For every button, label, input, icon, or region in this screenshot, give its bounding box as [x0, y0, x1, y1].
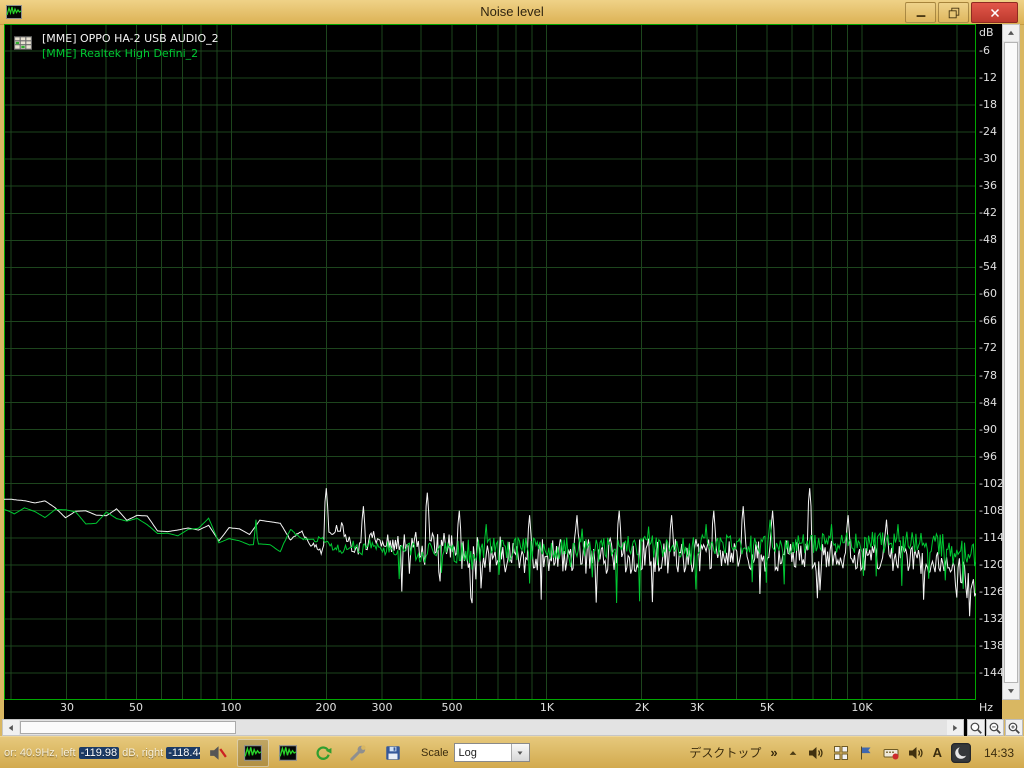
scale-value: Log [458, 746, 477, 759]
x-tick-label: 30 [60, 701, 74, 714]
legend: [MME] OPPO HA-2 USB AUDIO_2 [MME] Realtek… [14, 31, 219, 61]
restore-button[interactable] [938, 2, 969, 23]
horizontal-scroll-thumb[interactable] [20, 721, 236, 734]
y-tick-label: -126 [979, 584, 1004, 598]
ime-latin-indicator[interactable]: A [933, 745, 942, 760]
y-tick-label: -42 [979, 206, 997, 220]
save-button[interactable] [377, 739, 409, 767]
scale-label: Scale [421, 746, 449, 759]
status-value-chip: -119.98 [78, 746, 120, 759]
x-tick-label: 2K [634, 701, 650, 714]
y-tick-label: -90 [979, 422, 997, 436]
status-text: dB, right [119, 746, 167, 759]
legend-labels: [MME] OPPO HA-2 USB AUDIO_2 [MME] Realtek… [42, 31, 219, 61]
y-tick-label: -132 [979, 611, 1004, 625]
scroll-down-button[interactable] [1003, 683, 1019, 699]
x-axis-unit: Hz [979, 701, 994, 714]
vertical-scrollbar[interactable] [1002, 24, 1020, 700]
y-tick-label: -96 [979, 449, 997, 463]
x-axis-labels: 30 50 100 200 300 500 1K 2K 3K 5K 10K [4, 701, 976, 717]
minimize-button[interactable] [905, 2, 936, 23]
legend-table-icon[interactable] [14, 34, 32, 52]
y-tick-label: -108 [979, 503, 1004, 517]
scale-group: Scale Log [421, 743, 530, 762]
zoom-out-button[interactable] [986, 719, 1004, 736]
scroll-right-button[interactable] [947, 720, 963, 735]
desktop-toolbar-label[interactable]: デスクトップ [689, 744, 761, 761]
y-axis-unit: dB [979, 26, 994, 39]
y-tick-label: -138 [979, 638, 1004, 652]
zoom-normal-button[interactable] [967, 719, 985, 736]
y-tick-label: -12 [979, 71, 997, 85]
y-tick-label: -18 [979, 98, 997, 112]
x-tick-label: 200 [315, 701, 337, 714]
taskbar-clock[interactable]: 14:33 [984, 746, 1014, 760]
legend-item-0: [MME] OPPO HA-2 USB AUDIO_2 [42, 32, 219, 45]
legend-item-1: [MME] Realtek High Defini_2 [42, 47, 199, 60]
volume-icon[interactable] [808, 745, 824, 761]
x-tick-label: 50 [129, 701, 143, 714]
hidden-icons-chevron[interactable] [787, 747, 799, 759]
y-tick-label: -36 [979, 179, 997, 193]
refresh-button[interactable] [307, 739, 339, 767]
x-tick-label: 100 [220, 701, 242, 714]
tray-icons: A [787, 742, 971, 763]
y-tick-label: -30 [979, 152, 997, 166]
zoom-in-button[interactable] [1005, 719, 1023, 736]
scroll-up-button[interactable] [1003, 25, 1019, 41]
status-text: or: 40.9 [4, 746, 42, 759]
x-tick-label: 3K [689, 701, 705, 714]
taskbar-app-buttons [202, 738, 409, 767]
x-tick-label: 500 [441, 701, 463, 714]
input-method-icon[interactable] [883, 745, 899, 761]
vertical-scroll-thumb[interactable] [1004, 42, 1018, 683]
status-text: Hz, left [41, 746, 79, 759]
y-axis-labels: dB -6 -12 -18 -24 -30 -36 -42 -48 -54 -60 -66 -72 -78… [977, 24, 1004, 700]
y-tick-label: -48 [979, 233, 997, 247]
y-tick-label: -60 [979, 287, 997, 301]
sound-device-icon[interactable] [908, 745, 924, 761]
close-button[interactable] [971, 2, 1018, 23]
y-tick-label: -102 [979, 476, 1004, 490]
plot-area[interactable] [4, 24, 976, 700]
x-tick-label: 300 [371, 701, 393, 714]
x-tick-label: 10K [851, 701, 873, 714]
toolbar-chevron[interactable]: » [770, 745, 777, 760]
y-tick-label: -78 [979, 368, 997, 382]
titlebar: Noise level [0, 0, 1024, 25]
y-tick-label: -144 [979, 665, 1004, 679]
y-tick-label: -66 [979, 314, 997, 328]
scale-dropdown[interactable]: Log [453, 743, 530, 762]
y-tick-label: -72 [979, 341, 997, 355]
window-controls [905, 2, 1018, 23]
taskbar: or: 40.9Hz, left -119.98 dB, right -118.… [0, 736, 1024, 768]
action-center-flag-icon[interactable] [858, 745, 874, 761]
y-tick-label: -114 [979, 530, 1004, 544]
analyzer-window-button[interactable] [237, 738, 269, 767]
ime-mode-tile[interactable] [950, 742, 971, 763]
horizontal-scrollbar[interactable] [2, 719, 964, 736]
x-tick-label: 5K [759, 701, 775, 714]
y-tick-label: -54 [979, 260, 997, 274]
network-grid-icon[interactable] [833, 745, 849, 761]
y-tick-label: -84 [979, 395, 997, 409]
y-tick-label: -120 [979, 557, 1004, 571]
dropdown-arrow-icon[interactable] [510, 744, 529, 761]
volume-mixer-button[interactable] [202, 739, 234, 767]
system-tray: デスクトップ » A 14:33 [689, 742, 1024, 763]
settings-button[interactable] [342, 739, 374, 767]
status-readout: or: 40.9Hz, left -119.98 dB, right -118.… [0, 746, 200, 759]
y-tick-label: -24 [979, 125, 997, 139]
window-title: Noise level [480, 4, 544, 19]
x-tick-label: 1K [539, 701, 555, 714]
zoom-buttons [967, 719, 1023, 736]
status-value-chip: -118.44 [166, 746, 200, 759]
scroll-left-button[interactable] [3, 720, 19, 735]
y-tick-label: -6 [979, 44, 990, 58]
analyzer-app-button[interactable] [272, 739, 304, 767]
